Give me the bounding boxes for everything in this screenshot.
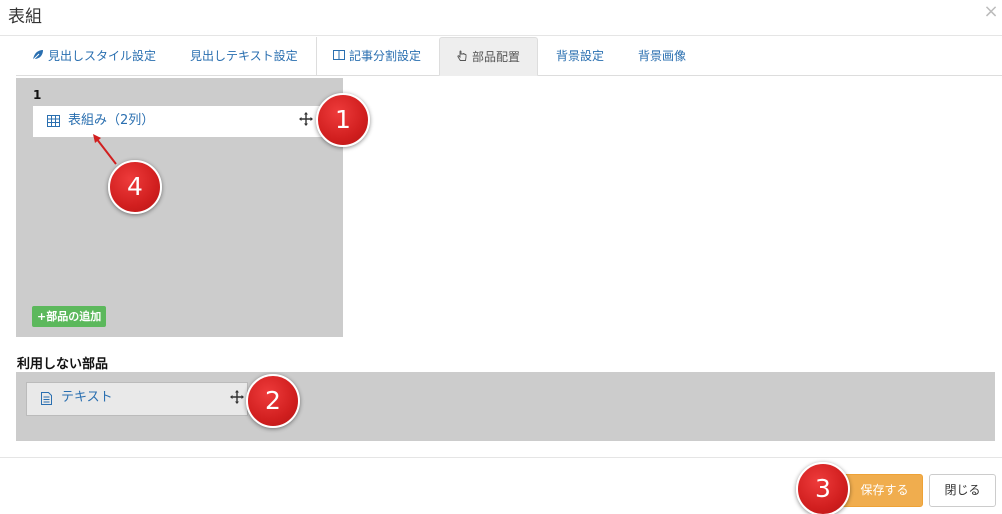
tab-background-settings[interactable]: 背景設定 [556, 37, 604, 75]
column-drop-area[interactable]: 1 表組み（2列） +部品の追加 [16, 78, 343, 337]
close-button[interactable]: 閉じる [929, 474, 996, 507]
close-icon[interactable]: × [982, 3, 1000, 21]
tab-bar: 見出しスタイル設定 見出しテキスト設定 記事分割設定 部品配置 背景設定 背景画… [16, 37, 1002, 76]
add-part-button[interactable]: +部品の追加 [32, 306, 107, 327]
tab-heading-style[interactable]: 見出しスタイル設定 [32, 37, 156, 75]
callout-badge-4: 4 [108, 160, 162, 214]
tab-divider [316, 37, 317, 75]
tab-article-split[interactable]: 記事分割設定 [333, 37, 421, 75]
move-icon[interactable] [299, 112, 313, 126]
tab-label: 見出しテキスト設定 [190, 49, 298, 63]
dialog-title: 表組 [8, 7, 42, 27]
save-button[interactable]: 保存する [838, 474, 923, 507]
modal-dialog: 表組 × 見出しスタイル設定 見出しテキスト設定 記事分割設定 部品配置 背景設… [0, 0, 1002, 514]
tab-label: 記事分割設定 [349, 49, 422, 63]
callout-badge-2: 2 [246, 374, 300, 428]
unused-part-item[interactable]: テキスト [26, 382, 248, 416]
part-label: テキスト [61, 390, 113, 405]
tab-label: 部品配置 [472, 50, 521, 64]
callout-badge-3: 3 [796, 462, 850, 514]
tab-label: 見出しスタイル設定 [48, 49, 157, 63]
tab-parts-layout[interactable]: 部品配置 [439, 37, 538, 76]
tab-heading-text[interactable]: 見出しテキスト設定 [190, 37, 298, 75]
move-icon[interactable] [230, 390, 244, 404]
tab-label: 背景画像 [638, 49, 687, 63]
unused-parts-heading: 利用しない部品 [17, 357, 109, 372]
dialog-footer: 保存する 閉じる [0, 457, 1002, 514]
document-icon [41, 392, 52, 405]
tab-label: 背景設定 [556, 49, 605, 63]
table-icon [47, 115, 60, 127]
dialog-header: 表組 × [0, 0, 1002, 36]
tab-background-image[interactable]: 背景画像 [638, 37, 686, 75]
unused-parts-area[interactable]: テキスト [16, 372, 995, 441]
placed-part-item[interactable]: 表組み（2列） [33, 106, 338, 137]
column-number: 1 [33, 88, 42, 102]
leaf-icon [32, 50, 43, 61]
columns-icon [333, 50, 345, 60]
callout-badge-1: 1 [316, 93, 370, 147]
hand-pointer-icon [457, 50, 467, 61]
